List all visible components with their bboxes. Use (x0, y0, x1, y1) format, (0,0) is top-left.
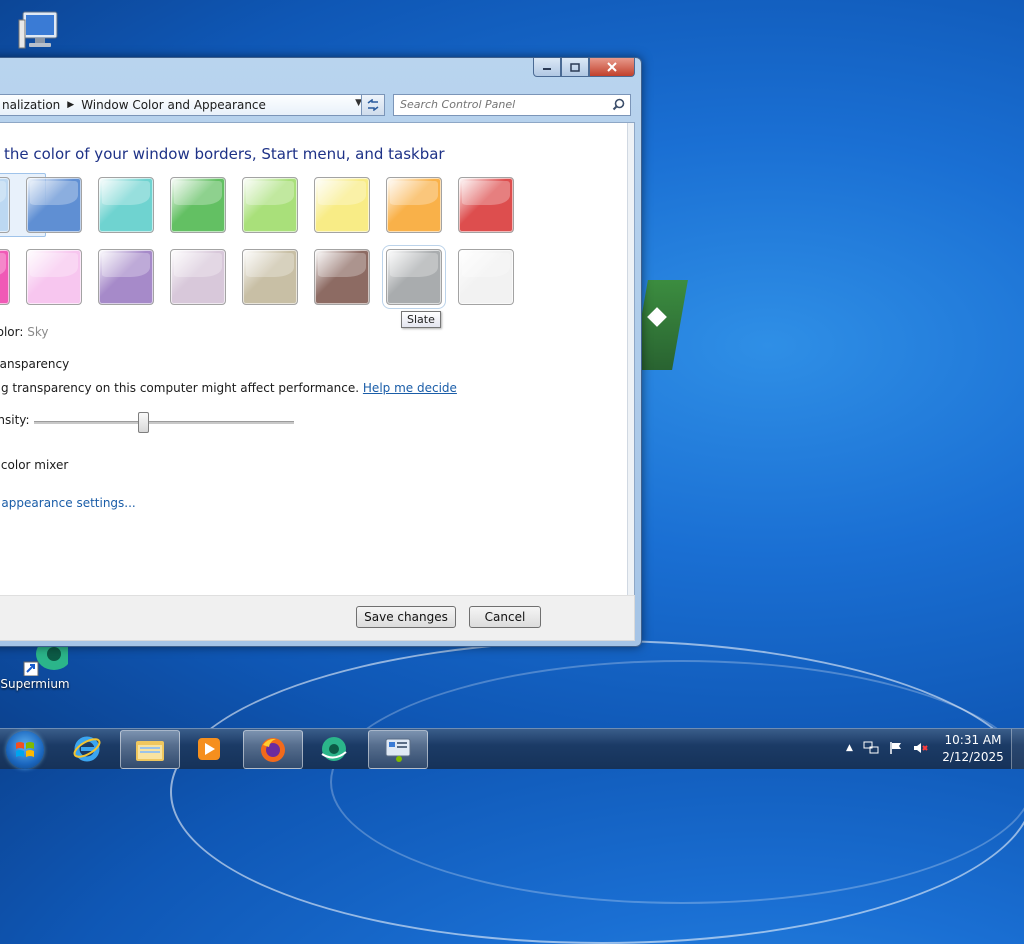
color-swatch-leaf[interactable] (170, 177, 226, 233)
system-tray: ▲ (846, 741, 929, 755)
color-swatch-fuchsia[interactable] (0, 249, 10, 305)
color-swatch-blush[interactable] (26, 249, 82, 305)
computer-desktop-icon[interactable] (0, 8, 80, 57)
color-swatch-ruby[interactable] (458, 177, 514, 233)
taskbar-supermium[interactable] (305, 730, 363, 767)
refresh-icon (367, 99, 379, 111)
taskbar-file-explorer[interactable] (120, 730, 180, 769)
search-icon[interactable] (612, 98, 625, 111)
save-changes-button[interactable]: Save changes (356, 606, 456, 628)
transparency-warning: ing transparency on this computer might … (0, 381, 457, 395)
network-icon[interactable] (863, 741, 879, 755)
color-swatch-chocolate[interactable] (314, 249, 370, 305)
advanced-appearance-settings-link[interactable]: d appearance settings... (0, 496, 136, 510)
media-player-icon (198, 737, 220, 760)
taskbar-internet-explorer[interactable] (58, 730, 116, 767)
color-intensity-slider-track[interactable] (34, 421, 294, 424)
clock-date: 2/12/2025 (942, 750, 1004, 764)
refresh-button[interactable] (361, 94, 385, 116)
desktop-swoosh (170, 640, 1024, 944)
minimize-button[interactable] (533, 58, 561, 77)
control-panel-icon (385, 738, 411, 762)
color-swatch-twilight[interactable] (26, 177, 82, 233)
windows-logo-icon (16, 742, 34, 757)
taskbar: ▲ 10:31 AM 2/12/2025 (0, 728, 1024, 769)
breadcrumb-personalization[interactable]: nalization (2, 98, 60, 112)
firefox-icon (261, 737, 285, 762)
swatch-tooltip: Slate (401, 311, 441, 328)
address-bar[interactable]: nalization ▶ Window Color and Appearance… (0, 94, 367, 116)
folder-icon (136, 740, 164, 761)
action-center-flag-icon[interactable] (889, 741, 903, 755)
color-swatch-frost[interactable] (458, 249, 514, 305)
current-color-value: Sky (27, 325, 49, 339)
taskbar-firefox[interactable] (243, 730, 303, 769)
search-input[interactable] (394, 95, 606, 113)
color-swatch-lime[interactable] (242, 177, 298, 233)
window-color-and-appearance-window: nalization ▶ Window Color and Appearance… (0, 57, 642, 647)
enable-transparency-checkbox-label[interactable]: transparency (0, 357, 69, 371)
start-button[interactable] (6, 731, 44, 769)
page-title: e the color of your window borders, Star… (0, 145, 445, 163)
taskbar-clock[interactable]: 10:31 AM 2/12/2025 (936, 732, 1010, 766)
show-desktop-button[interactable] (1011, 729, 1024, 769)
minimize-icon (543, 68, 551, 70)
color-swatch-pumpkin[interactable] (386, 177, 442, 233)
current-color-label: color: (0, 325, 24, 339)
button-bar: Save changes Cancel (0, 595, 635, 641)
breadcrumb-arrow-icon: ▶ (67, 100, 75, 110)
cancel-button[interactable]: Cancel (469, 606, 541, 628)
computer-icon (18, 11, 58, 49)
desktop-swoosh (330, 660, 1024, 904)
search-box[interactable] (393, 94, 631, 116)
close-icon (607, 62, 617, 72)
supermium-label: Supermium (0, 677, 70, 691)
color-intensity-label: ensity: (0, 413, 30, 427)
window-caption-buttons (533, 58, 635, 77)
maximize-button[interactable] (561, 58, 589, 77)
transparency-warning-text: ing transparency on this computer might … (0, 381, 360, 395)
taskbar-media-player[interactable] (180, 730, 238, 767)
show-hidden-icons-icon[interactable]: ▲ (846, 743, 853, 755)
current-color-row: color: Sky (0, 325, 48, 339)
clock-time: 10:31 AM (944, 733, 1002, 747)
maximize-icon (570, 62, 580, 72)
content-pane: e the color of your window borders, Star… (0, 122, 635, 596)
color-swatch-lemon[interactable] (314, 177, 370, 233)
breadcrumb-window-color[interactable]: Window Color and Appearance (81, 98, 266, 112)
color-swatch-violet[interactable] (98, 249, 154, 305)
taskbar-control-panel[interactable] (368, 730, 428, 769)
volume-muted-icon[interactable] (913, 741, 929, 755)
vertical-scrollbar[interactable] (627, 123, 634, 595)
color-swatch-taupe[interactable] (242, 249, 298, 305)
color-intensity-slider-thumb[interactable] (137, 412, 149, 433)
show-color-mixer-toggle[interactable]: v color mixer (0, 458, 68, 472)
supermium-icon (321, 736, 347, 761)
color-swatch-sea[interactable] (98, 177, 154, 233)
help-me-decide-link[interactable]: Help me decide (363, 381, 457, 395)
internet-explorer-icon (73, 736, 101, 761)
color-swatch-sky[interactable] (0, 177, 10, 233)
color-swatch-slate[interactable] (382, 245, 446, 309)
color-swatch-lavender[interactable] (170, 249, 226, 305)
close-button[interactable] (589, 58, 635, 77)
